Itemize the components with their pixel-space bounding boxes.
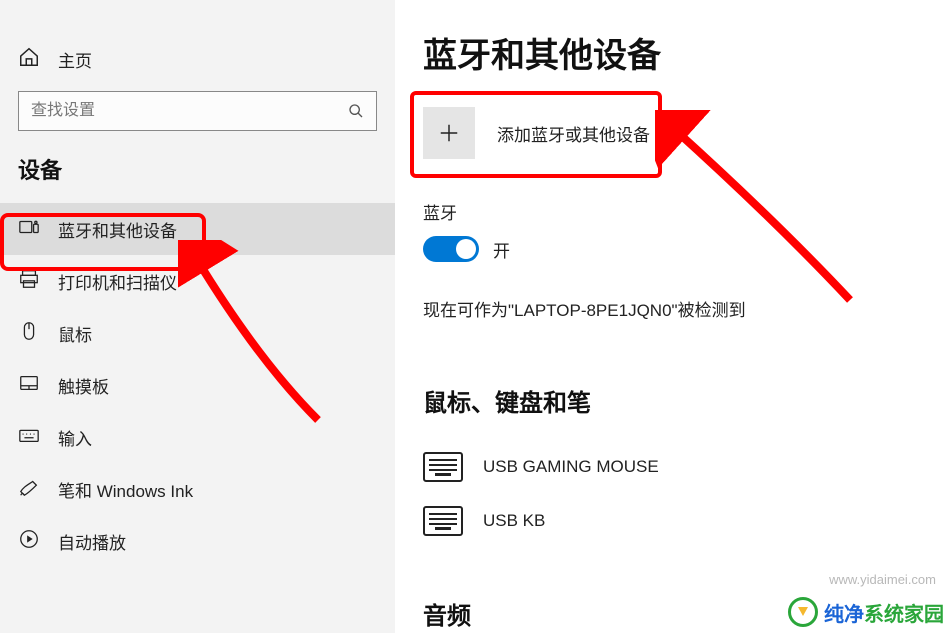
plus-icon xyxy=(423,107,475,159)
home-link[interactable]: 主页 xyxy=(0,42,395,91)
pen-icon xyxy=(18,476,40,503)
sidebar-section-title: 设备 xyxy=(0,153,395,203)
mouse-icon xyxy=(18,320,40,347)
bluetooth-devices-icon xyxy=(18,216,40,243)
add-device-button[interactable]: 添加蓝牙或其他设备 xyxy=(423,107,653,159)
autoplay-icon xyxy=(18,528,40,555)
group-mouse-keyboard-pen: 鼠标、键盘和笔 xyxy=(423,383,950,418)
keyboard-device-icon xyxy=(423,452,463,482)
brand-badge: 纯净系统家园 xyxy=(788,597,944,627)
discoverable-text: 现在可作为"LAPTOP-8PE1JQN0"被检测到 xyxy=(423,296,950,321)
sidebar-item-mouse[interactable]: 鼠标 xyxy=(0,307,395,359)
bluetooth-label: 蓝牙 xyxy=(423,199,950,224)
keyboard-device-icon xyxy=(423,506,463,536)
page-title: 蓝牙和其他设备 xyxy=(423,28,950,77)
sidebar-item-typing[interactable]: 输入 xyxy=(0,411,395,463)
home-icon xyxy=(18,46,40,73)
sidebar-item-label: 鼠标 xyxy=(58,321,92,346)
search-box[interactable] xyxy=(18,91,377,131)
sidebar-item-label: 自动播放 xyxy=(58,529,126,554)
device-item[interactable]: USB GAMING MOUSE xyxy=(423,440,950,494)
device-item[interactable]: USB KB xyxy=(423,494,950,548)
search-input[interactable] xyxy=(19,92,336,130)
add-device-label: 添加蓝牙或其他设备 xyxy=(497,121,650,146)
sidebar-item-label: 触摸板 xyxy=(58,373,109,398)
sidebar-item-pen[interactable]: 笔和 Windows Ink xyxy=(0,463,395,515)
bluetooth-toggle[interactable] xyxy=(423,236,479,262)
sidebar-item-label: 笔和 Windows Ink xyxy=(58,477,193,502)
sidebar-item-printers[interactable]: 打印机和扫描仪 xyxy=(0,255,395,307)
home-label: 主页 xyxy=(58,47,92,72)
sidebar-item-label: 打印机和扫描仪 xyxy=(58,269,177,294)
keyboard-icon xyxy=(18,424,40,451)
device-name-label: USB KB xyxy=(483,511,545,531)
download-icon xyxy=(788,597,818,627)
printer-icon xyxy=(18,268,40,295)
search-icon xyxy=(336,103,376,119)
sidebar-item-touchpad[interactable]: 触摸板 xyxy=(0,359,395,411)
watermark-text: www.yidaimei.com xyxy=(829,572,936,587)
sidebar-item-bluetooth[interactable]: 蓝牙和其他设备 xyxy=(0,203,395,255)
toggle-knob xyxy=(456,239,476,259)
touchpad-icon xyxy=(18,372,40,399)
sidebar-item-label: 输入 xyxy=(58,425,92,450)
sidebar-item-label: 蓝牙和其他设备 xyxy=(58,217,177,242)
toggle-state-label: 开 xyxy=(493,237,510,262)
device-name-label: USB GAMING MOUSE xyxy=(483,457,659,477)
sidebar-item-autoplay[interactable]: 自动播放 xyxy=(0,515,395,567)
